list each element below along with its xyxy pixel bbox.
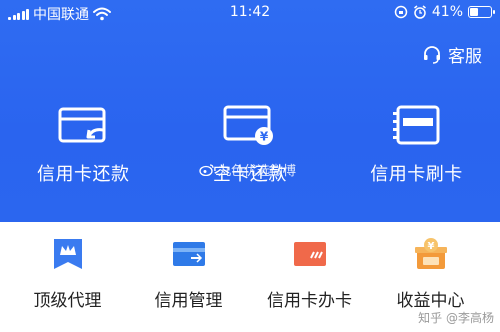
- card-yen-icon: ¥: [222, 102, 278, 150]
- service-label: 信用管理: [154, 291, 223, 311]
- header-panel: 中国联通 11:42 41% 客服 信用卡还款 ¥ 空卡还款 信用卡刷卡 丸色优…: [0, 0, 500, 222]
- service-top-agent[interactable]: 顶级代理: [12, 236, 123, 311]
- card-apply-icon: [292, 236, 328, 272]
- status-right: 41%: [394, 4, 495, 20]
- action-label: 信用卡刷卡: [370, 164, 463, 185]
- service-label: 信用卡办卡: [267, 291, 352, 311]
- action-label: 信用卡还款: [37, 164, 130, 185]
- card-repay-icon: [55, 102, 111, 150]
- service-grid: 顶级代理 信用管理 信用卡办卡 ¥ 收益中心: [0, 236, 500, 311]
- zhihu-watermark: 知乎 @李高杨: [418, 311, 494, 325]
- crown-bookmark-icon: [50, 236, 86, 272]
- service-earnings-center[interactable]: ¥ 收益中心: [375, 236, 486, 311]
- action-empty-card-repay[interactable]: ¥ 空卡还款: [167, 102, 334, 186]
- status-bar: 中国联通 11:42 41%: [0, 0, 500, 26]
- gift-yen-icon: ¥: [413, 236, 449, 272]
- battery-percent: 41%: [431, 4, 463, 20]
- battery-fill: [470, 8, 478, 16]
- action-card-repay[interactable]: 信用卡还款: [0, 102, 167, 186]
- svg-text:¥: ¥: [260, 130, 269, 144]
- service-label: 收益中心: [396, 291, 465, 311]
- action-card-swipe[interactable]: 信用卡刷卡: [333, 102, 500, 186]
- card-swipe-icon: [388, 102, 444, 150]
- service-card-apply[interactable]: 信用卡办卡: [254, 236, 365, 311]
- customer-service-button[interactable]: 客服: [422, 42, 482, 67]
- alarm-icon: [413, 5, 426, 19]
- service-credit-manage[interactable]: 信用管理: [133, 236, 244, 311]
- rotation-lock-icon: [394, 5, 408, 19]
- battery-icon: [468, 6, 495, 18]
- service-label: 顶级代理: [33, 291, 102, 311]
- card-manage-icon: [171, 236, 207, 272]
- svg-text:¥: ¥: [427, 241, 434, 252]
- headset-icon: [424, 45, 440, 64]
- service-label: 客服: [448, 47, 482, 67]
- main-actions: 信用卡还款 ¥ 空卡还款 信用卡刷卡: [0, 102, 500, 186]
- action-label: 空卡还款: [212, 164, 287, 185]
